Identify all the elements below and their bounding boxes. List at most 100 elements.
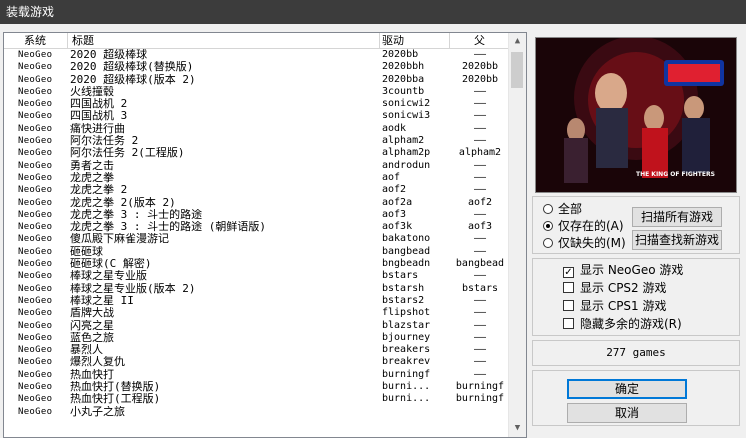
checkbox-icon[interactable] — [563, 318, 574, 329]
game-preview-image: THE KING OF FIGHTERS — [535, 37, 737, 193]
radio-all-label: 全部 — [558, 202, 583, 216]
row-parent: —— — [473, 85, 487, 97]
table-row[interactable]: NeoGeo 火线撞毂 3countb —— — [4, 86, 510, 98]
radio-missing[interactable]: 仅缺失的(M) — [543, 235, 626, 251]
column-system[interactable]: 系统 — [4, 33, 68, 48]
radio-missing-indicator[interactable] — [543, 238, 553, 248]
row-title: 傻瓜殿下麻雀漫游记 — [70, 233, 169, 246]
show-neogeo-checkbox[interactable]: ✓ 显示 NeoGeo 游戏 — [563, 262, 683, 278]
table-row[interactable]: NeoGeo 盾牌大战 flipshot —— — [4, 307, 510, 319]
column-driver[interactable]: 驱动 — [380, 33, 450, 48]
table-row[interactable]: NeoGeo 龙虎之拳 3 : 斗士的路途 (朝鲜语版) aof3k aof3 — [4, 221, 510, 233]
row-parent: alpham2 — [458, 147, 502, 159]
scan-all-button[interactable]: 扫描所有游戏 — [632, 207, 722, 227]
show-cps1-checkbox[interactable]: 显示 CPS1 游戏 — [563, 298, 667, 314]
show-cps2-checkbox[interactable]: 显示 CPS2 游戏 — [563, 280, 667, 296]
table-row[interactable]: NeoGeo 小丸子之旅 — [4, 406, 510, 418]
table-row[interactable]: NeoGeo 热血快打(工程版) burni... burningf — [4, 393, 510, 405]
row-parent: —— — [473, 171, 487, 183]
row-system: NeoGeo — [18, 74, 53, 85]
table-row[interactable]: NeoGeo 2020 超级棒球(版本 2) 2020bba 2020bb — [4, 74, 510, 86]
row-driver: alpham2p — [382, 147, 431, 159]
table-row[interactable]: NeoGeo 棒球之星专业版 bstars —— — [4, 270, 510, 282]
table-row[interactable]: NeoGeo 棒球之星 II bstars2 —— — [4, 295, 510, 307]
row-driver: breakers — [382, 344, 431, 356]
table-row[interactable]: NeoGeo 砸砸球(C 解密) bngbeadn bangbead — [4, 258, 510, 270]
list-header: 系统 标题 驱动 父 — [4, 33, 510, 49]
table-row[interactable]: NeoGeo 龙虎之拳 2(版本 2) aof2a aof2 — [4, 197, 510, 209]
table-row[interactable]: NeoGeo 棒球之星专业版(版本 2) bstarsh bstars — [4, 283, 510, 295]
cancel-button[interactable]: 取消 — [567, 403, 687, 423]
row-title: 暴烈人 — [70, 344, 103, 357]
row-driver: androdun — [382, 159, 431, 171]
row-system: NeoGeo — [18, 369, 53, 380]
column-parent[interactable]: 父 — [450, 33, 510, 48]
table-row[interactable]: NeoGeo 暴烈人 breakers —— — [4, 344, 510, 356]
checkbox-icon[interactable] — [563, 282, 574, 293]
ok-button[interactable]: 确定 — [567, 379, 687, 399]
row-system: NeoGeo — [18, 295, 53, 306]
row-driver: blazstar — [382, 319, 431, 331]
row-driver: breakrev — [382, 356, 431, 368]
table-row[interactable]: NeoGeo 爆烈人复仇 breakrev —— — [4, 356, 510, 368]
table-row[interactable]: NeoGeo 龙虎之拳 3 : 斗士的路途 aof3 —— — [4, 209, 510, 221]
checkbox-checked-icon[interactable]: ✓ — [563, 267, 574, 278]
row-parent: —— — [473, 49, 487, 60]
game-list[interactable]: 系统 标题 驱动 父 NeoGeo 2020 超级棒球 2020bb —— NeoGeo… — [3, 32, 527, 438]
checkbox-icon[interactable] — [563, 300, 574, 311]
table-row[interactable]: NeoGeo 阿尔法任务 2(工程版) alpham2p alpham2 — [4, 147, 510, 159]
table-row[interactable]: NeoGeo 热血快打(替换版) burni... burningf — [4, 381, 510, 393]
row-parent: —— — [473, 208, 487, 220]
radio-existing-indicator[interactable] — [543, 221, 553, 231]
table-row[interactable]: NeoGeo 四国战机 2 sonicwi2 —— — [4, 98, 510, 110]
filter-group: 全部 仅存在的(A) 仅缺失的(M) 扫描所有游戏 扫描查找新游戏 — [532, 196, 740, 254]
row-system: NeoGeo — [18, 394, 53, 405]
row-driver: burni... — [382, 381, 431, 393]
game-count: 277 games — [532, 340, 740, 366]
row-parent: bstars — [461, 282, 499, 294]
table-row[interactable]: NeoGeo 热血快打 burningf —— — [4, 369, 510, 381]
table-row[interactable]: NeoGeo 四国战机 3 sonicwi3 —— — [4, 110, 510, 122]
row-system: NeoGeo — [18, 99, 53, 110]
scroll-up-icon[interactable]: ▲ — [509, 33, 526, 50]
scroll-thumb[interactable] — [511, 52, 523, 88]
scan-new-button[interactable]: 扫描查找新游戏 — [632, 230, 722, 250]
table-row[interactable]: NeoGeo 闪亮之星 blazstar —— — [4, 320, 510, 332]
table-row[interactable]: NeoGeo 蓝色之旅 bjourney —— — [4, 332, 510, 344]
radio-all-indicator[interactable] — [543, 204, 553, 214]
row-parent: —— — [473, 245, 487, 257]
table-row[interactable]: NeoGeo 龙虎之拳 2 aof2 —— — [4, 184, 510, 196]
table-row[interactable]: NeoGeo 2020 超级棒球 2020bb —— — [4, 49, 510, 61]
scroll-down-icon[interactable]: ▼ — [509, 420, 526, 437]
table-row[interactable]: NeoGeo 阿尔法任务 2 alpham2 —— — [4, 135, 510, 147]
row-parent: —— — [473, 319, 487, 331]
table-row[interactable]: NeoGeo 傻瓜殿下麻雀漫游记 bakatono —— — [4, 233, 510, 245]
row-parent: —— — [473, 159, 487, 171]
row-driver: aof2a — [382, 196, 413, 208]
row-title: 火线撞毂 — [70, 85, 114, 98]
row-title: 勇者之击 — [70, 159, 114, 172]
vertical-scrollbar[interactable]: ▲ ▼ — [508, 33, 526, 437]
row-system: NeoGeo — [18, 320, 53, 331]
hide-redundant-checkbox[interactable]: 隐藏多余的游戏(R) — [563, 316, 682, 332]
row-driver: sonicwi2 — [382, 98, 431, 110]
column-title[interactable]: 标题 — [68, 33, 380, 48]
radio-all[interactable]: 全部 — [543, 201, 582, 217]
table-row[interactable]: NeoGeo 龙虎之拳 aof —— — [4, 172, 510, 184]
preview-logo-text: THE KING OF FIGHTERS — [636, 171, 715, 178]
row-parent: bangbead — [455, 258, 505, 270]
table-row[interactable]: NeoGeo 2020 超级棒球(替换版) 2020bbh 2020bb — [4, 61, 510, 73]
radio-existing[interactable]: 仅存在的(A) — [543, 218, 624, 234]
radio-existing-label: 仅存在的(A) — [558, 219, 624, 233]
kof-artwork: THE KING OF FIGHTERS — [536, 38, 736, 192]
table-row[interactable]: NeoGeo 勇者之击 androdun —— — [4, 160, 510, 172]
row-system: NeoGeo — [18, 406, 53, 417]
show-cps2-label: 显示 CPS2 游戏 — [580, 281, 667, 295]
row-title: 痛快进行曲 — [70, 122, 125, 135]
row-title: 四国战机 2 — [70, 98, 128, 111]
row-driver: aof2 — [382, 184, 407, 196]
table-row[interactable]: NeoGeo 痛快进行曲 aodk —— — [4, 123, 510, 135]
table-row[interactable]: NeoGeo 砸砸球 bangbead —— — [4, 246, 510, 258]
row-system: NeoGeo — [18, 86, 53, 97]
list-rows: NeoGeo 2020 超级棒球 2020bb —— NeoGeo 2020 超级棒球(替… — [4, 49, 510, 418]
